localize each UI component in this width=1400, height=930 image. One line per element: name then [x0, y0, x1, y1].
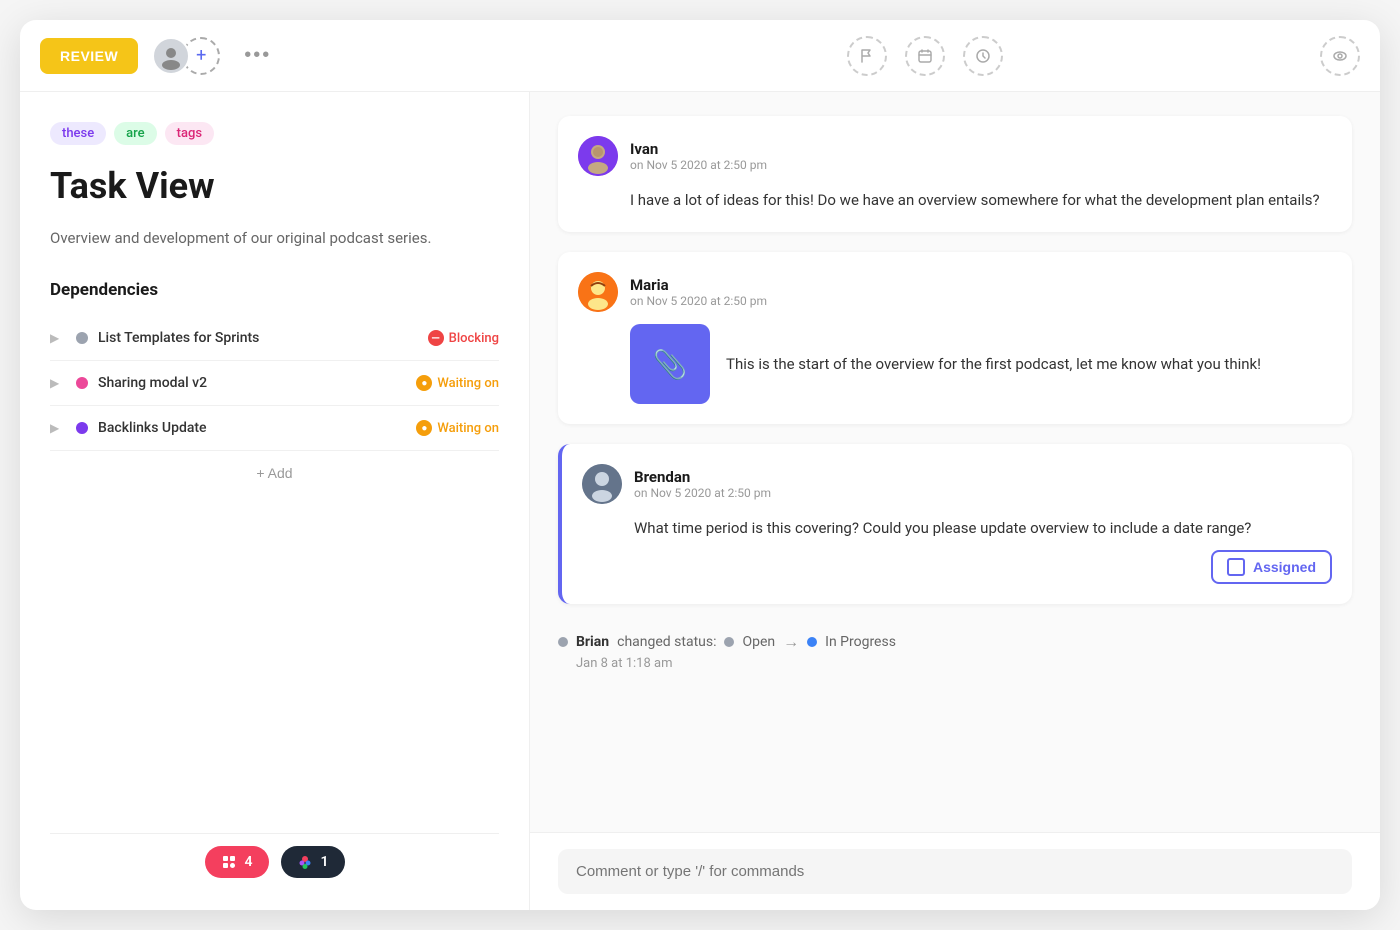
dep-status-waiting: ● Waiting on	[416, 375, 499, 391]
dependency-item: ▶ Backlinks Update ● Waiting on	[50, 406, 499, 451]
comment-card: Maria on Nov 5 2020 at 2:50 pm 📎 This is…	[558, 252, 1352, 424]
flag-button[interactable]	[847, 36, 887, 76]
review-button[interactable]: REVIEW	[40, 38, 138, 74]
top-bar-left: REVIEW + •••	[40, 37, 550, 75]
figma-plugin-pill[interactable]: 4	[205, 846, 269, 878]
status-from: Open	[742, 634, 775, 650]
dep-name[interactable]: List Templates for Sprints	[98, 330, 418, 346]
dep-chevron-icon[interactable]: ▶	[50, 331, 66, 345]
status-action: changed status:	[617, 634, 716, 650]
comment-header: Brendan on Nov 5 2020 at 2:50 pm	[582, 464, 1332, 504]
top-bar-right	[1300, 36, 1360, 76]
bottom-toolbar: 4 1	[50, 833, 499, 890]
top-bar-center	[550, 36, 1300, 76]
comment-with-attachment: 📎 This is the start of the overview for …	[578, 324, 1332, 404]
comment-timestamp: on Nov 5 2020 at 2:50 pm	[630, 294, 767, 308]
figma-pill-dark[interactable]: 1	[281, 846, 345, 878]
comment-actions: Assigned	[582, 550, 1332, 584]
comment-body: What time period is this covering? Could…	[582, 516, 1332, 540]
assigned-label: Assigned	[1253, 559, 1316, 575]
avatar-group: +	[152, 37, 220, 75]
dep-chevron-icon[interactable]: ▶	[50, 421, 66, 435]
status-arrow-icon: →	[783, 632, 799, 652]
dep-status-dot	[76, 377, 88, 389]
comment-header: Ivan on Nov 5 2020 at 2:50 pm	[578, 136, 1332, 176]
avatar-person	[152, 37, 190, 75]
comment-header: Maria on Nov 5 2020 at 2:50 pm	[578, 272, 1332, 312]
calendar-button[interactable]	[905, 36, 945, 76]
status-timestamp: Jan 8 at 1:18 am	[558, 656, 1352, 671]
comments-area: Ivan on Nov 5 2020 at 2:50 pm I have a l…	[530, 92, 1380, 832]
comment-meta: Brendan on Nov 5 2020 at 2:50 pm	[634, 468, 771, 500]
blocking-icon: —	[428, 330, 444, 346]
comment-input-area	[530, 832, 1380, 910]
tags-row: these are tags	[50, 122, 499, 145]
comment-body: This is the start of the overview for th…	[726, 352, 1261, 376]
comment-card: Ivan on Nov 5 2020 at 2:50 pm I have a l…	[558, 116, 1352, 232]
left-panel: these are tags Task View Overview and de…	[20, 92, 530, 910]
app-window: REVIEW + •••	[20, 20, 1380, 910]
pill-dark-count: 1	[321, 854, 329, 870]
task-title: Task View	[50, 165, 499, 208]
comment-card-highlighted: Brendan on Nov 5 2020 at 2:50 pm What ti…	[558, 444, 1352, 604]
status-change-entry: Brian changed status: Open → In Progress…	[558, 624, 1352, 679]
dependencies-heading: Dependencies	[50, 280, 499, 300]
comment-timestamp: on Nov 5 2020 at 2:50 pm	[634, 486, 771, 500]
avatar-maria	[578, 272, 618, 312]
dep-status-dot	[76, 332, 88, 344]
status-dot-open	[724, 637, 734, 647]
dep-chevron-icon[interactable]: ▶	[50, 376, 66, 390]
status-dot-blue	[807, 637, 817, 647]
eye-button[interactable]	[1320, 36, 1360, 76]
dep-name[interactable]: Sharing modal v2	[98, 375, 406, 391]
avatar-brendan	[582, 464, 622, 504]
clock-button[interactable]	[963, 36, 1003, 76]
tag-tags[interactable]: tags	[165, 122, 214, 145]
main-content: these are tags Task View Overview and de…	[20, 92, 1380, 910]
dependency-item: ▶ List Templates for Sprints — Blocking	[50, 316, 499, 361]
comment-author: Maria	[630, 276, 767, 294]
add-dependency-button[interactable]: + Add	[50, 451, 499, 495]
status-change-row: Brian changed status: Open → In Progress	[558, 632, 1352, 652]
right-panel: Ivan on Nov 5 2020 at 2:50 pm I have a l…	[530, 92, 1380, 910]
top-bar: REVIEW + •••	[20, 20, 1380, 92]
tag-these[interactable]: these	[50, 122, 106, 145]
task-description: Overview and development of our original…	[50, 226, 499, 250]
tag-are[interactable]: are	[114, 122, 156, 145]
comment-meta: Maria on Nov 5 2020 at 2:50 pm	[630, 276, 767, 308]
dependencies-list: ▶ List Templates for Sprints — Blocking …	[50, 316, 499, 451]
status-to: In Progress	[825, 634, 896, 650]
comment-author: Brendan	[634, 468, 771, 486]
status-actor: Brian	[576, 634, 609, 650]
comment-timestamp: on Nov 5 2020 at 2:50 pm	[630, 158, 767, 172]
status-dot-gray	[558, 637, 568, 647]
attachment-thumbnail[interactable]: 📎	[630, 324, 710, 404]
assigned-checkbox	[1227, 558, 1245, 576]
dep-status-blocking: — Blocking	[428, 330, 499, 346]
dep-name[interactable]: Backlinks Update	[98, 420, 406, 436]
attachment-icon: 📎	[653, 348, 688, 381]
pill-pink-count: 4	[245, 854, 253, 870]
avatar-ivan	[578, 136, 618, 176]
waiting-icon: ●	[416, 375, 432, 391]
comment-input[interactable]	[558, 849, 1352, 894]
more-options-button[interactable]: •••	[244, 44, 271, 67]
comment-body: I have a lot of ideas for this! Do we ha…	[578, 188, 1332, 212]
comment-meta: Ivan on Nov 5 2020 at 2:50 pm	[630, 140, 767, 172]
dep-status-dot	[76, 422, 88, 434]
dep-status-waiting: ● Waiting on	[416, 420, 499, 436]
comment-author: Ivan	[630, 140, 767, 158]
assigned-button[interactable]: Assigned	[1211, 550, 1332, 584]
dependency-item: ▶ Sharing modal v2 ● Waiting on	[50, 361, 499, 406]
waiting-icon: ●	[416, 420, 432, 436]
